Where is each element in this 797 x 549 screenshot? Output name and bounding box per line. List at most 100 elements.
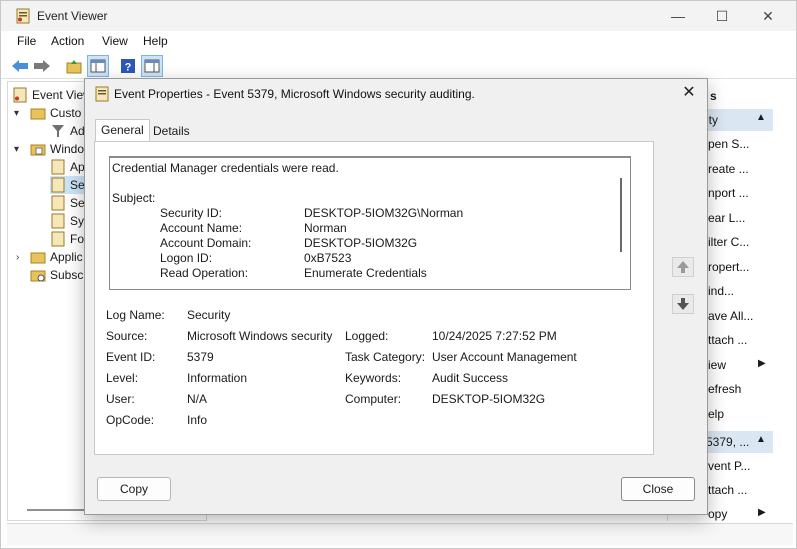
back-button[interactable] (9, 55, 31, 77)
description-row-label: Account Name: (160, 221, 243, 235)
status-bar (7, 523, 793, 545)
submenu-arrow-icon: ▶ (758, 357, 766, 369)
help-button[interactable]: ? (117, 55, 139, 77)
dialog-title: Event Properties - Event 5379, Microsoft… (114, 87, 475, 101)
action-item[interactable]: ttach ... (708, 333, 747, 347)
menu-bar: File Action View Help (1, 31, 796, 53)
tree-item-subscriptions[interactable]: Subscri (30, 266, 90, 284)
menu-help[interactable]: Help (143, 34, 168, 48)
log-icon (51, 213, 65, 229)
tree-item-label: Custo (50, 106, 82, 120)
menu-action[interactable]: Action (51, 34, 84, 48)
show-hide-action-pane-button[interactable] (141, 55, 163, 77)
action-item[interactable]: elp (708, 407, 724, 421)
action-item[interactable]: pen S... (708, 137, 749, 151)
description-row-value: DESKTOP-5IOM32G (304, 236, 418, 250)
description-row-label: Account Domain: (160, 236, 252, 250)
menu-view[interactable]: View (102, 34, 128, 48)
folder-icon (30, 108, 46, 120)
tree-item-application[interactable]: Ap (50, 158, 85, 176)
description-row-label: Security ID: (160, 206, 223, 220)
folder-up-icon (66, 60, 82, 74)
collapse-up-icon: ▲ (756, 112, 766, 123)
tree-item-security[interactable]: Se (50, 176, 88, 194)
tab-general[interactable]: General (95, 119, 150, 142)
arrow-down-icon (677, 298, 689, 310)
action-item[interactable]: ear L... (708, 211, 745, 225)
description-row-label: Read Operation: (160, 266, 249, 280)
tree-item-applications-services[interactable]: Applic (30, 248, 83, 266)
up-one-level-button[interactable] (63, 55, 85, 77)
description-row-value: Norman (304, 221, 347, 235)
tree-item-forwarded-events[interactable]: Fo (50, 230, 84, 248)
show-hide-console-tree-button[interactable] (87, 55, 109, 77)
dialog-close-icon[interactable]: ✕ (679, 83, 699, 103)
user-value: N/A (187, 392, 208, 406)
forward-arrow-icon (34, 60, 50, 72)
log-icon (51, 231, 65, 247)
action-item[interactable]: reate ... (708, 162, 749, 176)
next-event-button[interactable] (672, 294, 694, 314)
copy-button[interactable]: Copy (97, 477, 171, 501)
subscriptions-icon (30, 270, 46, 282)
action-item[interactable]: efresh (708, 382, 741, 396)
tree-item-label: Ad (70, 124, 85, 138)
tree-item-admin-events[interactable]: Ad (50, 122, 85, 140)
log-name-value: Security (187, 308, 231, 322)
log-name-label: Log Name: (106, 308, 165, 322)
computer-label: Computer: (345, 392, 402, 406)
chevron-right-icon[interactable]: › (16, 252, 19, 263)
tree-item-custom-views[interactable]: Custo (30, 104, 81, 122)
action-item[interactable]: opy (708, 507, 727, 521)
event-description-box[interactable]: Credential Manager credentials were read… (109, 156, 631, 290)
tree-item-label: Windo (50, 142, 85, 156)
previous-event-button[interactable] (672, 257, 694, 277)
event-properties-icon (95, 86, 109, 102)
log-icon (51, 177, 65, 193)
tree-root-label: Event View (32, 88, 92, 102)
actions-pane-title: s (710, 89, 717, 103)
action-item[interactable]: iew (708, 358, 726, 372)
submenu-arrow-icon: ▶ (758, 507, 766, 518)
tree-item-label: Applic (50, 250, 83, 264)
tree-item-label: Se (70, 178, 85, 192)
description-subject-label: Subject: (112, 191, 156, 205)
event-viewer-icon (16, 8, 30, 24)
action-item[interactable]: ind... (708, 284, 734, 298)
description-scrollbar[interactable] (620, 178, 622, 252)
forward-button[interactable] (31, 55, 53, 77)
source-label: Source: (106, 329, 148, 343)
back-arrow-icon (12, 60, 28, 72)
action-item[interactable]: ropert... (708, 260, 749, 274)
action-item[interactable]: ilter C... (708, 235, 749, 249)
close-window-button[interactable]: ✕ (745, 1, 791, 31)
action-item[interactable]: nport ... (708, 186, 749, 200)
maximize-button[interactable]: ☐ (699, 1, 745, 31)
event-id-label: Event ID: (106, 350, 156, 364)
level-value: Information (187, 371, 248, 385)
tree-item-label: Ap (70, 160, 85, 174)
action-item[interactable]: ave All... (708, 309, 753, 323)
action-item[interactable]: ttach ... (708, 483, 747, 497)
menu-file[interactable]: File (17, 34, 36, 48)
chevron-down-icon[interactable]: ▾ (14, 108, 19, 119)
action-item[interactable]: vent P... (708, 459, 750, 473)
filter-icon (52, 125, 64, 137)
close-button[interactable]: Close (621, 477, 695, 501)
help-icon: ? (121, 59, 135, 74)
computer-value: DESKTOP-5IOM32G (432, 392, 546, 406)
description-row-value: Enumerate Credentials (304, 266, 427, 280)
tree-item-setup[interactable]: Se (50, 194, 85, 212)
event-id-value: 5379 (187, 350, 214, 364)
tree-item-windows-logs[interactable]: Windo (30, 140, 84, 158)
level-label: Level: (106, 371, 139, 385)
logged-label: Logged: (345, 329, 389, 343)
tab-details[interactable]: Details (148, 121, 195, 143)
event-properties-dialog: Event Properties - Event 5379, Microsoft… (84, 78, 708, 515)
window-title: Event Viewer (37, 9, 108, 23)
log-icon (51, 195, 65, 211)
tree-root[interactable]: Event View (12, 86, 92, 104)
chevron-down-icon[interactable]: ▾ (14, 144, 19, 155)
minimize-button[interactable]: — (655, 1, 701, 31)
description-heading: Credential Manager credentials were read… (112, 161, 339, 175)
